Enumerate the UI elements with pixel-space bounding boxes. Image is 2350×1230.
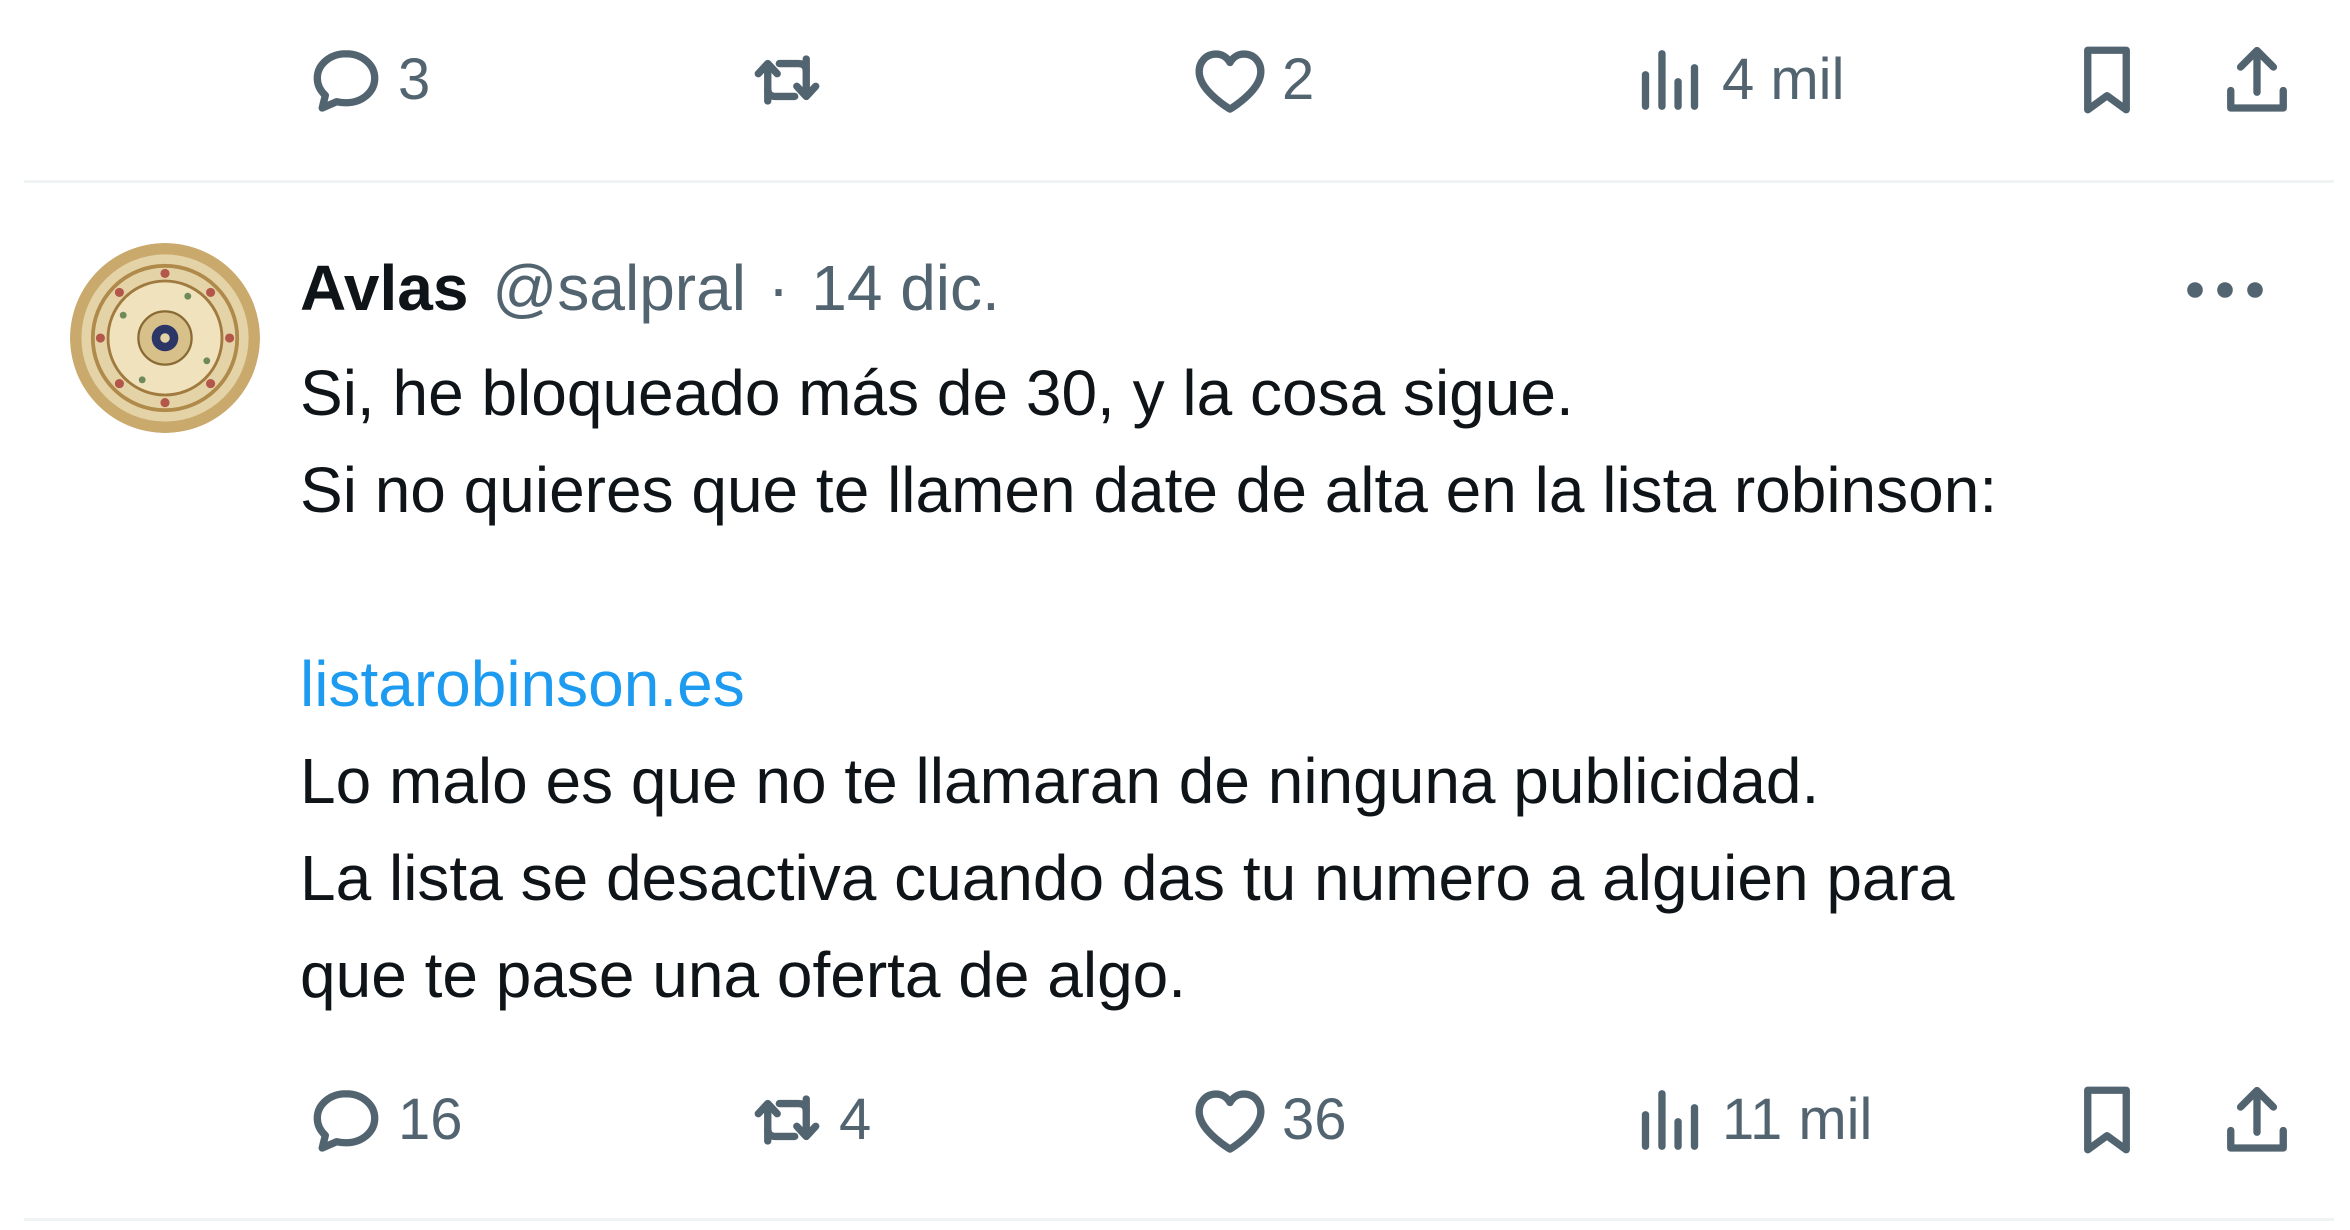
tweet-text-line: Lo malo es que no te llamaran de ninguna…: [300, 745, 1820, 817]
like-count: 2: [1282, 47, 1315, 112]
retweet-button[interactable]: [745, 35, 839, 125]
views-count: 4 mil: [1722, 47, 1845, 112]
tweet-text-line: La lista se desactiva cuando das tu nume…: [300, 842, 1955, 914]
reply-icon: [313, 50, 379, 112]
tweet-date[interactable]: 14 dic.: [811, 251, 1000, 325]
reply-button[interactable]: 3: [304, 35, 430, 125]
tweet-text-line: que te pase una oferta de algo.: [300, 939, 1187, 1011]
share-button[interactable]: [2215, 1075, 2299, 1165]
reply-icon: [313, 1090, 379, 1152]
views-button[interactable]: 4 mil: [1628, 35, 1844, 125]
heart-icon: [1195, 1090, 1265, 1153]
avatar-image: [70, 243, 260, 433]
more-options-button[interactable]: [2180, 255, 2270, 325]
tweet-text-line: Si no quieres que te llamen date de alta…: [300, 454, 1998, 526]
tweet-action-bar: 16 4 36 11 mil: [0, 1075, 2350, 1165]
like-count: 36: [1282, 1087, 1347, 1152]
bookmark-button[interactable]: [2065, 35, 2149, 125]
previous-tweet-action-bar: 3 2 4 mil: [0, 35, 2350, 125]
retweet-icon: [754, 1095, 820, 1145]
bookmark-icon: [2084, 46, 2130, 114]
author-handle[interactable]: @salpral: [492, 251, 746, 325]
avatar[interactable]: [70, 243, 260, 433]
bookmark-icon: [2084, 1086, 2130, 1154]
share-button[interactable]: [2215, 35, 2299, 125]
like-button[interactable]: 36: [1188, 1075, 1347, 1165]
retweet-icon: [754, 55, 820, 105]
reply-count: 16: [398, 1087, 463, 1152]
heart-icon: [1195, 50, 1265, 113]
tweet-text-line: Si, he bloqueado más de 30, y la cosa si…: [300, 357, 1574, 429]
more-icon: [2187, 282, 2263, 298]
tweet-link[interactable]: listarobinson.es: [300, 636, 2300, 733]
views-count: 11 mil: [1722, 1087, 1873, 1152]
like-button[interactable]: 2: [1188, 35, 1314, 125]
retweet-button[interactable]: 4: [745, 1075, 871, 1165]
share-icon: [2227, 1086, 2287, 1152]
author-display-name[interactable]: Avlas: [300, 251, 468, 325]
reply-button[interactable]: 16: [304, 1075, 463, 1165]
tweet-divider: [24, 180, 2334, 183]
views-button[interactable]: 11 mil: [1628, 1075, 1872, 1165]
reply-count: 3: [398, 47, 431, 112]
tweet-header: Avlas @salpral · 14 dic.: [300, 248, 1000, 328]
share-icon: [2227, 46, 2287, 112]
views-icon: [1641, 1090, 1699, 1150]
header-separator: ·: [767, 252, 790, 324]
retweet-count: 4: [839, 1087, 872, 1152]
bookmark-button[interactable]: [2065, 1075, 2149, 1165]
tweet-divider: [24, 1218, 2334, 1221]
views-icon: [1641, 50, 1699, 110]
tweet-text: Si, he bloqueado más de 30, y la cosa si…: [300, 345, 2300, 1024]
